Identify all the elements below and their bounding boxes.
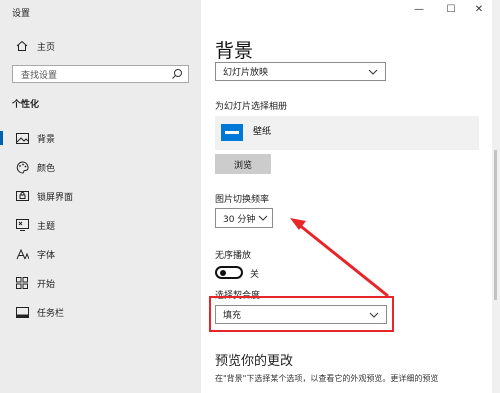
annotation-arrow xyxy=(290,218,389,298)
scrollbar[interactable] xyxy=(492,0,500,393)
scrollbar-thumb[interactable] xyxy=(494,150,497,300)
